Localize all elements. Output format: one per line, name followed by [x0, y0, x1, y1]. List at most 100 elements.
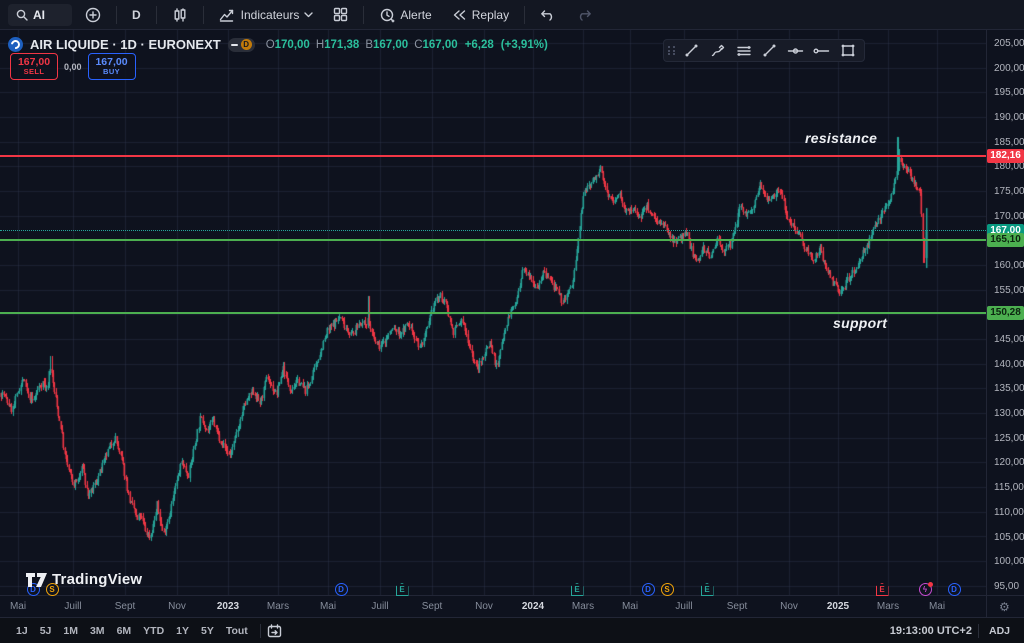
last-price-line[interactable]: [0, 230, 986, 231]
delayed-data-badge[interactable]: D: [228, 38, 255, 52]
chart-area: resistance support AIR LIQUIDE · 1D · EU…: [0, 30, 1024, 617]
adj-toggle[interactable]: ADJ: [985, 623, 1014, 639]
support-line-2[interactable]: [0, 312, 986, 314]
replay-button[interactable]: Replay: [445, 3, 516, 27]
redo-icon: [576, 9, 592, 21]
split-marker-icon[interactable]: S: [661, 583, 674, 596]
price-tick-label: 100,00: [994, 556, 1024, 567]
time-tick-label[interactable]: 2024: [522, 601, 544, 612]
range-button-1m[interactable]: 1M: [57, 622, 84, 640]
minus-icon: [231, 44, 238, 46]
undo-button[interactable]: [533, 3, 563, 27]
clock[interactable]: 19:13:00 UTC+2: [890, 625, 972, 637]
time-tick-label[interactable]: 2025: [827, 601, 849, 612]
price-tick-label: 110,00: [994, 507, 1024, 518]
price-label[interactable]: 165,10: [987, 233, 1024, 247]
layout-templates-button[interactable]: [326, 3, 355, 27]
price-tick-label: 195,00: [994, 87, 1024, 98]
symbol-search-value: AI: [33, 8, 45, 22]
range-button-3m[interactable]: 3M: [84, 622, 111, 640]
range-button-1j[interactable]: 1J: [10, 622, 34, 640]
time-tick-label[interactable]: Nov: [475, 601, 493, 612]
range-button-6m[interactable]: 6M: [111, 622, 138, 640]
price-axis[interactable]: ⚙ 95,00100,00105,00110,00115,00120,00125…: [987, 30, 1024, 617]
tradingview-logo[interactable]: TradingView: [26, 571, 142, 588]
time-tick-label[interactable]: Nov: [780, 601, 798, 612]
price-tick-label: 125,00: [994, 433, 1024, 444]
interval-value: D: [132, 8, 141, 22]
buy-button[interactable]: 167,00 BUY: [88, 53, 136, 80]
dividend-marker-icon[interactable]: D: [335, 583, 348, 596]
range-button-5j[interactable]: 5J: [34, 622, 58, 640]
time-tick-label[interactable]: Mai: [622, 601, 638, 612]
price-tick-label: 95,00: [994, 581, 1019, 592]
price-tick-label: 160,00: [994, 260, 1024, 271]
sell-label: SELL: [24, 68, 45, 76]
toolbar-divider: [363, 6, 364, 24]
time-tick-label[interactable]: Mars: [877, 601, 899, 612]
time-tick-label[interactable]: Mai: [929, 601, 945, 612]
time-tick-label[interactable]: Juill: [371, 601, 388, 612]
dividend-marker-icon[interactable]: D: [948, 583, 961, 596]
time-tick-label[interactable]: Sept: [115, 601, 136, 612]
time-tick-label[interactable]: Sept: [422, 601, 443, 612]
time-tick-label[interactable]: Mars: [572, 601, 594, 612]
parallel-lines-tool[interactable]: [732, 41, 756, 60]
chart-type-button[interactable]: [165, 3, 195, 27]
resistance-annotation[interactable]: resistance: [805, 130, 877, 146]
time-tick-label[interactable]: Mars: [267, 601, 289, 612]
interval-button[interactable]: D: [125, 3, 148, 27]
drag-handle-icon[interactable]: [668, 46, 676, 55]
time-tick-label[interactable]: Nov: [168, 601, 186, 612]
flash-marker-icon[interactable]: ϟ: [919, 583, 932, 596]
plus-circle-icon: [85, 7, 101, 23]
trend-line-tool[interactable]: [680, 41, 704, 60]
alert-clock-icon: [379, 7, 395, 23]
price-label[interactable]: 182,16: [987, 149, 1024, 163]
time-tick-label[interactable]: Juill: [64, 601, 81, 612]
toolbar-divider: [978, 624, 979, 638]
chevron-down-icon: [304, 12, 313, 18]
price-tick-label: 130,00: [994, 408, 1024, 419]
ohlc-key: B: [365, 39, 373, 51]
range-button-1y[interactable]: 1Y: [170, 622, 195, 640]
horizontal-line-tool[interactable]: [784, 41, 808, 60]
time-tick-label[interactable]: Juill: [675, 601, 692, 612]
time-tick-label[interactable]: Mai: [320, 601, 336, 612]
indicators-label: Indicateurs: [241, 8, 300, 22]
sell-button[interactable]: 167,00 SELL: [10, 53, 58, 80]
brush-tool[interactable]: [706, 41, 730, 60]
support-annotation[interactable]: support: [833, 315, 887, 331]
tradingview-mark-icon: [26, 572, 48, 588]
price-tick-label: 200,00: [994, 63, 1024, 74]
horizontal-ray-tool[interactable]: [810, 41, 834, 60]
time-axis[interactable]: Mai Juill Sept Nov 2023 Mars Mai Juill Sept Nov 20…: [0, 596, 986, 617]
rectangle-tool[interactable]: [836, 41, 860, 60]
symbol-search[interactable]: AI: [8, 4, 72, 26]
alert-button[interactable]: Alerte: [372, 3, 438, 27]
range-button-tout[interactable]: Tout: [220, 622, 254, 640]
price-label[interactable]: 150,28: [987, 306, 1024, 320]
indicators-button[interactable]: Indicateurs: [212, 3, 321, 27]
symbol-title[interactable]: AIR LIQUIDE · 1D · EURONEXT: [30, 37, 221, 52]
range-button-5y[interactable]: 5Y: [195, 622, 220, 640]
price-tick-label: 115,00: [994, 482, 1024, 493]
add-symbol-button[interactable]: [78, 3, 108, 27]
candlestick-icon: [172, 7, 188, 23]
tradingview-wordmark: TradingView: [52, 571, 142, 588]
chart-legend: AIR LIQUIDE · 1D · EURONEXT D O170,00H17…: [8, 37, 548, 52]
time-tick-label[interactable]: Sept: [727, 601, 748, 612]
support-line-1[interactable]: [0, 239, 986, 241]
top-toolbar: AI D Indicateurs Alerte: [0, 0, 1024, 30]
resistance-line[interactable]: [0, 155, 986, 157]
range-button-ytd[interactable]: YTD: [137, 622, 170, 640]
time-tick-label[interactable]: 2023: [217, 601, 239, 612]
go-to-date-icon[interactable]: [267, 624, 282, 638]
gear-icon[interactable]: ⚙: [999, 600, 1010, 614]
redo-button[interactable]: [569, 3, 599, 27]
ray-tool[interactable]: [758, 41, 782, 60]
price-tick-label: 145,00: [994, 334, 1024, 345]
dividend-marker-icon[interactable]: D: [642, 583, 655, 596]
time-tick-label[interactable]: Mai: [10, 601, 26, 612]
toolbar-divider: [156, 6, 157, 24]
